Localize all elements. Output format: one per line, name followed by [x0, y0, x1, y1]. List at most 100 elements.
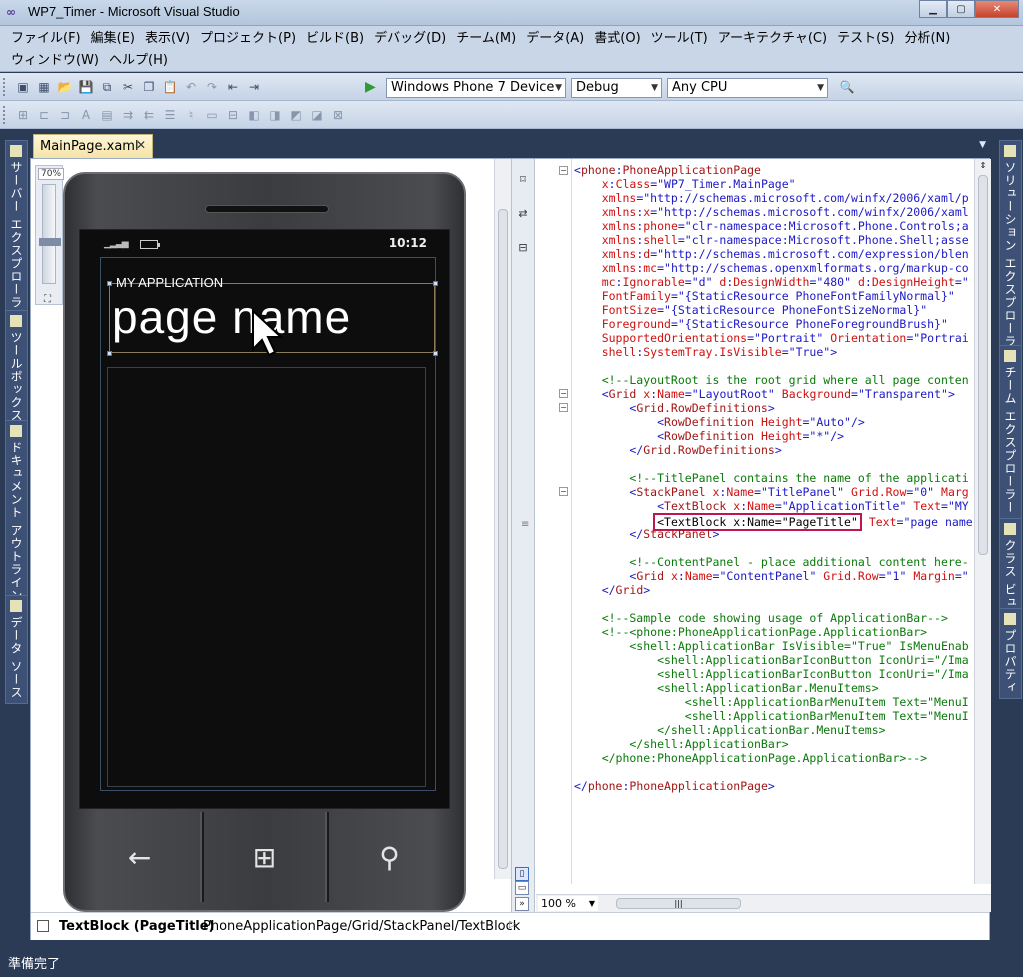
- save-icon[interactable]: 💾: [77, 78, 95, 96]
- code-line[interactable]: FontSize="{StaticResource PhoneFontSizeN…: [574, 303, 974, 317]
- cut-icon[interactable]: ✂: [119, 78, 137, 96]
- navigate-backward-icon[interactable]: ⇤: [224, 78, 242, 96]
- tab-mainpage-xaml[interactable]: MainPage.xaml ✕: [33, 134, 153, 158]
- align-to-grid-icon[interactable]: ⊞: [14, 106, 32, 124]
- prev-bookmark-icon[interactable]: ◧: [245, 106, 263, 124]
- scrollbar-thumb[interactable]: [498, 209, 508, 869]
- resize-handle[interactable]: [433, 281, 438, 286]
- copy-icon[interactable]: ❐: [140, 78, 158, 96]
- code-line[interactable]: <shell:ApplicationBarMenuItem Text="Menu…: [574, 709, 974, 723]
- new-project-icon[interactable]: ▣: [14, 78, 32, 96]
- code-line[interactable]: mc:Ignorable="d" d:DesignWidth="480" d:D…: [574, 275, 974, 289]
- code-line[interactable]: </phone:PhoneApplicationPage.Application…: [574, 751, 974, 765]
- code-line[interactable]: <TextBlock x:Name="PageTitle" Text="page…: [574, 513, 974, 531]
- collapse-icon[interactable]: −: [559, 166, 568, 175]
- code-line[interactable]: <TextBlock x:Name="ApplicationTitle" Tex…: [574, 499, 974, 513]
- toolbox-tab[interactable]: ツールボックス: [5, 310, 28, 427]
- element-path[interactable]: PhoneApplicationPage/Grid/StackPanel/Tex…: [203, 919, 520, 934]
- undo-icon[interactable]: ↶: [182, 78, 200, 96]
- toolbar-grip[interactable]: [3, 106, 6, 124]
- solution-explorer-tab[interactable]: ソリューション エクスプローラー: [999, 140, 1022, 366]
- menu-item[interactable]: 書式(O): [589, 30, 645, 48]
- menu-item[interactable]: データ(A): [521, 30, 589, 48]
- xaml-zoom-select[interactable]: 100 % ▼: [538, 896, 598, 911]
- text-icon[interactable]: A: [77, 106, 95, 124]
- zoom-slider[interactable]: [42, 184, 56, 284]
- code-line[interactable]: xmlns:shell="clr-namespace:Microsoft.Pho…: [574, 233, 974, 247]
- swap-panes-icon[interactable]: ⇄: [516, 207, 530, 221]
- indent-icon[interactable]: ⇉: [119, 106, 137, 124]
- menu-item[interactable]: ファイル(F): [6, 30, 86, 48]
- xaml-code[interactable]: <phone:PhoneApplicationPage x:Class="WP7…: [574, 163, 974, 793]
- code-line[interactable]: <RowDefinition Height="*"/>: [574, 429, 974, 443]
- code-line[interactable]: <shell:ApplicationBar.MenuItems>: [574, 681, 974, 695]
- zoom-slider-thumb[interactable]: [39, 238, 61, 246]
- expand-pane-icon[interactable]: »: [515, 897, 529, 911]
- vertical-split-icon[interactable]: ▯: [515, 867, 529, 881]
- code-line[interactable]: shell:SystemTray.IsVisible="True">: [574, 345, 974, 359]
- selected-element[interactable]: TextBlock (PageTitle): [59, 919, 215, 934]
- start-debugging-icon[interactable]: ▶: [365, 79, 376, 95]
- save-all-icon[interactable]: ⧉: [98, 78, 116, 96]
- toolbar-grip[interactable]: [3, 78, 6, 96]
- close-icon[interactable]: ✕: [136, 138, 146, 152]
- code-line[interactable]: xmlns="http://schemas.microsoft.com/winf…: [574, 191, 974, 205]
- redo-icon[interactable]: ↷: [203, 78, 221, 96]
- xaml-vertical-scrollbar[interactable]: ⇕: [974, 159, 991, 884]
- code-line[interactable]: <phone:PhoneApplicationPage: [574, 163, 974, 177]
- menu-item[interactable]: ツール(T): [646, 30, 713, 48]
- resize-handle[interactable]: [433, 351, 438, 356]
- scrollbar-thumb[interactable]: |||: [616, 898, 741, 909]
- comment-icon[interactable]: ☰: [161, 106, 179, 124]
- code-line[interactable]: Foreground="{StaticResource PhoneForegro…: [574, 317, 974, 331]
- code-line[interactable]: <Grid x:Name="LayoutRoot" Background="Tr…: [574, 387, 974, 401]
- code-line[interactable]: FontFamily="{StaticResource PhoneFontFam…: [574, 289, 974, 303]
- code-line[interactable]: <RowDefinition Height="Auto"/>: [574, 415, 974, 429]
- view-splitter[interactable]: ⌑ ⇄ ⊟ ≡ ▯ ▭ »: [511, 159, 535, 912]
- menu-item[interactable]: ヘルプ(H): [104, 52, 173, 70]
- find-in-files-icon[interactable]: 🔍: [838, 78, 856, 96]
- code-line[interactable]: <shell:ApplicationBar IsVisible="True" I…: [574, 639, 974, 653]
- code-line[interactable]: <shell:ApplicationBarIconButton IconUri=…: [574, 667, 974, 681]
- code-line[interactable]: <Grid.RowDefinitions>: [574, 401, 974, 415]
- code-line[interactable]: xmlns:phone="clr-namespace:Microsoft.Pho…: [574, 219, 974, 233]
- code-line[interactable]: [574, 457, 974, 471]
- code-line[interactable]: <shell:ApplicationBarIconButton IconUri=…: [574, 653, 974, 667]
- close-button[interactable]: ✕: [975, 0, 1019, 18]
- platform-select[interactable]: Any CPU ▼: [667, 78, 828, 98]
- code-line[interactable]: [574, 765, 974, 779]
- outdent-icon[interactable]: ⇇: [140, 106, 158, 124]
- align-centers-icon[interactable]: ⊐: [56, 106, 74, 124]
- pointer-tool-icon[interactable]: ⌑: [516, 173, 530, 187]
- menu-item[interactable]: プロジェクト(P): [195, 30, 301, 48]
- start-button[interactable]: ⊞: [202, 812, 327, 902]
- collapse-icon[interactable]: −: [559, 403, 568, 412]
- page-title[interactable]: page name: [112, 290, 351, 344]
- paste-icon[interactable]: 📋: [161, 78, 179, 96]
- menu-item[interactable]: テスト(S): [832, 30, 899, 48]
- code-line[interactable]: <shell:ApplicationBarMenuItem Text="Menu…: [574, 695, 974, 709]
- code-line[interactable]: <Grid x:Name="ContentPanel" Grid.Row="1"…: [574, 569, 974, 583]
- split-window-icon[interactable]: ⇕: [977, 161, 989, 173]
- collapse-icon[interactable]: −: [559, 487, 568, 496]
- application-title[interactable]: MY APPLICATION: [116, 275, 223, 290]
- rectangle-icon[interactable]: ▭: [203, 106, 221, 124]
- menu-item[interactable]: 分析(N): [899, 30, 955, 48]
- menu-item[interactable]: 編集(E): [86, 30, 140, 48]
- resize-handle[interactable]: [107, 351, 112, 356]
- next-bookmark-icon[interactable]: ◨: [266, 106, 284, 124]
- add-item-icon[interactable]: ▦: [35, 78, 53, 96]
- code-line[interactable]: <!--<phone:PhoneApplicationPage.Applicat…: [574, 625, 974, 639]
- code-line[interactable]: </phone:PhoneApplicationPage>: [574, 779, 974, 793]
- menu-item[interactable]: アーキテクチャ(C): [713, 30, 832, 48]
- scrollbar-thumb[interactable]: [978, 175, 988, 555]
- code-line[interactable]: </shell:ApplicationBar>: [574, 737, 974, 751]
- code-line[interactable]: </Grid>: [574, 583, 974, 597]
- code-line[interactable]: <!--TitlePanel contains the name of the …: [574, 471, 974, 485]
- zoom-level[interactable]: 70%: [38, 168, 65, 180]
- server-explorer-tab[interactable]: サーバー エクスプローラー: [5, 140, 28, 327]
- fit-to-window-icon[interactable]: ⛶: [44, 294, 60, 306]
- resize-handle[interactable]: [107, 281, 112, 286]
- clear-bookmarks-icon[interactable]: ⊠: [329, 106, 347, 124]
- data-sources-tab[interactable]: データ ソース: [5, 595, 28, 704]
